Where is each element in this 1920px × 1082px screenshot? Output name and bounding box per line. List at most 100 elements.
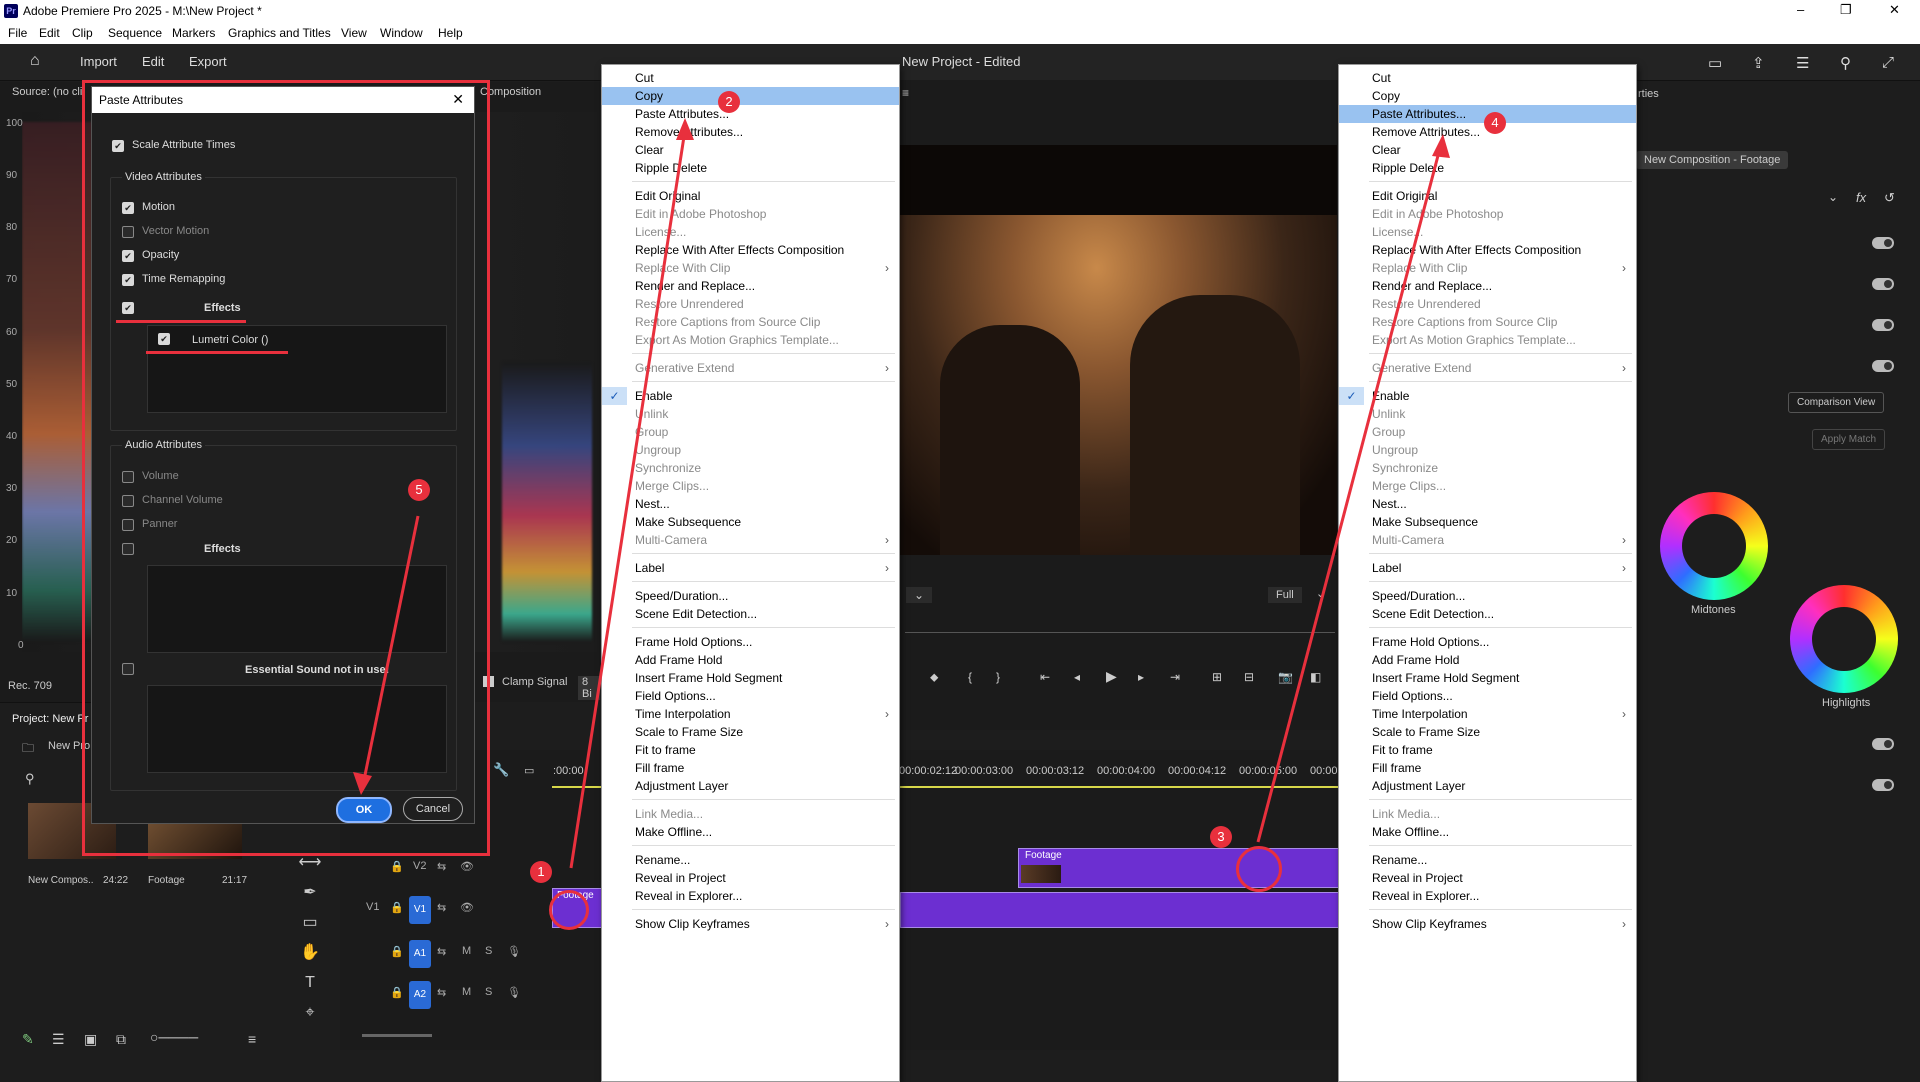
menu-item-generative-extend[interactable]: Generative Extend › (602, 359, 899, 377)
mute-button[interactable]: M (462, 986, 471, 998)
step-forward-icon[interactable]: ▸ (1138, 670, 1144, 684)
menu-item-insert-frame-hold-segment[interactable]: Insert Frame Hold Segment (1339, 669, 1636, 687)
composition-chip[interactable]: New Composition - Footage (1636, 151, 1789, 169)
close-window-button[interactable]: ✕ (1889, 2, 1900, 18)
menu-item-field-options[interactable]: Field Options... (602, 687, 899, 705)
menu-item-insert-frame-hold-segment[interactable]: Insert Frame Hold Segment (602, 669, 899, 687)
search-icon[interactable]: ⚲ (1840, 54, 1851, 72)
share-icon[interactable]: ⇪ (1752, 54, 1765, 72)
track-target-v1[interactable]: V1 (409, 896, 431, 924)
menu-item-remove-attributes[interactable]: Remove Attributes... (602, 123, 899, 141)
insert-icon[interactable]: ⊞ (1212, 670, 1222, 684)
fit-dropdown[interactable]: ⌄ (906, 587, 933, 603)
menu-item-speed-duration[interactable]: Speed/Duration... (1339, 587, 1636, 605)
menu-item-paste-attributes[interactable]: Paste Attributes... (602, 105, 899, 123)
pencil-icon[interactable]: ✎ (22, 1031, 34, 1048)
menu-item-license[interactable]: License... (1339, 223, 1636, 241)
menu-item-restore-captions-from-source-clip[interactable]: Restore Captions from Source Clip (602, 313, 899, 331)
menu-item-edit-original[interactable]: Edit Original (1339, 187, 1636, 205)
hand-tool-icon[interactable]: ✋ (297, 940, 323, 966)
menu-item-frame-hold-options[interactable]: Frame Hold Options... (602, 633, 899, 651)
menu-item-unlink[interactable]: Unlink (1339, 405, 1636, 423)
sync-icon[interactable]: ⇆ (437, 901, 446, 914)
program-menu-icon[interactable]: ≡ (902, 86, 909, 100)
source-patch-label[interactable]: V1 (366, 901, 379, 913)
menu-item-fill-frame[interactable]: Fill frame (602, 759, 899, 777)
properties-tab[interactable]: rties (1638, 88, 1659, 100)
menu-item-time-interpolation[interactable]: Time Interpolation › (602, 705, 899, 723)
timeline-clip-v1[interactable] (900, 892, 1342, 928)
menu-item-cut[interactable]: Cut (1339, 69, 1636, 87)
fx-icon[interactable]: fx (1856, 190, 1866, 205)
comparison-view-icon[interactable]: ◧ (1310, 670, 1321, 684)
menu-item-replace-with-clip[interactable]: Replace With Clip › (602, 259, 899, 277)
menu-item-replace-with-after-effects-composition[interactable]: Replace With After Effects Composition (602, 241, 899, 259)
apply-match-button[interactable]: Apply Match (1812, 429, 1886, 450)
maximize-button[interactable]: ❐ (1840, 2, 1852, 18)
menu-item-rename[interactable]: Rename... (602, 851, 899, 869)
timeline-zoom-scrollbar[interactable] (362, 1034, 432, 1037)
menu-item-add-frame-hold[interactable]: Add Frame Hold (1339, 651, 1636, 669)
step-back-icon[interactable]: ◂ (1074, 670, 1080, 684)
menu-item-edit-in-adobe-photoshop[interactable]: Edit in Adobe Photoshop (1339, 205, 1636, 223)
menu-item-clear[interactable]: Clear (1339, 141, 1636, 159)
panel-layout-icon[interactable]: ▭ (1708, 54, 1722, 72)
midtones-color-wheel[interactable] (1660, 492, 1768, 600)
menu-item-show-clip-keyframes[interactable]: Show Clip Keyframes › (602, 915, 899, 933)
reset-icon[interactable]: ↺ (1884, 190, 1895, 206)
timeline-clip-footage-v2[interactable]: Footage (1018, 848, 1342, 888)
tab-edit[interactable]: Edit (142, 54, 164, 69)
menu-item-enable[interactable]: Enable ✓ (1339, 387, 1636, 405)
camera-icon[interactable]: 📷 (1278, 670, 1293, 684)
eye-icon[interactable]: 👁 (460, 860, 474, 873)
menu-item-ungroup[interactable]: Ungroup (1339, 441, 1636, 459)
toggle-switch[interactable] (1872, 360, 1894, 372)
menu-sequence[interactable]: Sequence (108, 26, 162, 40)
menu-item-label[interactable]: Label › (602, 559, 899, 577)
menu-item-scene-edit-detection[interactable]: Scene Edit Detection... (1339, 605, 1636, 623)
menu-item-group[interactable]: Group (1339, 423, 1636, 441)
menu-item-fill-frame[interactable]: Fill frame (1339, 759, 1636, 777)
menu-item-adjustment-layer[interactable]: Adjustment Layer (602, 777, 899, 795)
menu-item-reveal-in-project[interactable]: Reveal in Project (1339, 869, 1636, 887)
toggle-switch[interactable] (1872, 738, 1894, 750)
menu-item-replace-with-after-effects-composition[interactable]: Replace With After Effects Composition (1339, 241, 1636, 259)
go-to-out-icon[interactable]: ⇥ (1170, 670, 1180, 684)
menu-item-reveal-in-explorer[interactable]: Reveal in Explorer... (1339, 887, 1636, 905)
menu-item-unlink[interactable]: Unlink (602, 405, 899, 423)
menu-item-group[interactable]: Group (602, 423, 899, 441)
menu-item-reveal-in-project[interactable]: Reveal in Project (602, 869, 899, 887)
comparison-view-button[interactable]: Comparison View (1788, 392, 1885, 413)
menu-item-synchronize[interactable]: Synchronize (602, 459, 899, 477)
menu-item-copy[interactable]: Copy (1339, 87, 1636, 105)
menu-item-link-media[interactable]: Link Media... (1339, 805, 1636, 823)
menu-item-reveal-in-explorer[interactable]: Reveal in Explorer... (602, 887, 899, 905)
menu-item-make-subsequence[interactable]: Make Subsequence (1339, 513, 1636, 531)
menu-item-copy[interactable]: Copy (602, 87, 899, 105)
menu-item-adjustment-layer[interactable]: Adjustment Layer (1339, 777, 1636, 795)
menu-item-render-and-replace[interactable]: Render and Replace... (602, 277, 899, 295)
mark-in-icon[interactable]: { (968, 670, 972, 684)
toggle-switch[interactable] (1872, 779, 1894, 791)
menu-item-multi-camera[interactable]: Multi-Camera › (1339, 531, 1636, 549)
list-view-icon[interactable]: ☰ (52, 1031, 65, 1048)
icon-view-icon[interactable]: ▣ (84, 1031, 97, 1048)
bit-depth-select[interactable]: 8 Bi (578, 676, 600, 700)
menu-edit[interactable]: Edit (39, 26, 60, 40)
menu-item-clear[interactable]: Clear (602, 141, 899, 159)
zoom-slider[interactable]: ○──── (150, 1029, 198, 1045)
lock-icon[interactable]: 🔒 (390, 986, 404, 999)
fullscreen-icon[interactable]: ⤢ (1882, 54, 1894, 71)
solo-button[interactable]: S (485, 986, 492, 998)
track-target-a2[interactable]: A2 (409, 981, 431, 1009)
menu-item-nest[interactable]: Nest... (602, 495, 899, 513)
menu-item-replace-with-clip[interactable]: Replace With Clip › (1339, 259, 1636, 277)
toggle-switch[interactable] (1872, 237, 1894, 249)
type-tool-icon[interactable]: T (297, 970, 323, 996)
captions-icon[interactable]: ▭ (524, 764, 534, 777)
menu-item-time-interpolation[interactable]: Time Interpolation › (1339, 705, 1636, 723)
rectangle-tool-icon[interactable]: ▭ (297, 910, 323, 936)
search-icon[interactable]: ⚲ (25, 771, 35, 787)
menu-help[interactable]: Help (438, 26, 463, 40)
toggle-switch[interactable] (1872, 278, 1894, 290)
